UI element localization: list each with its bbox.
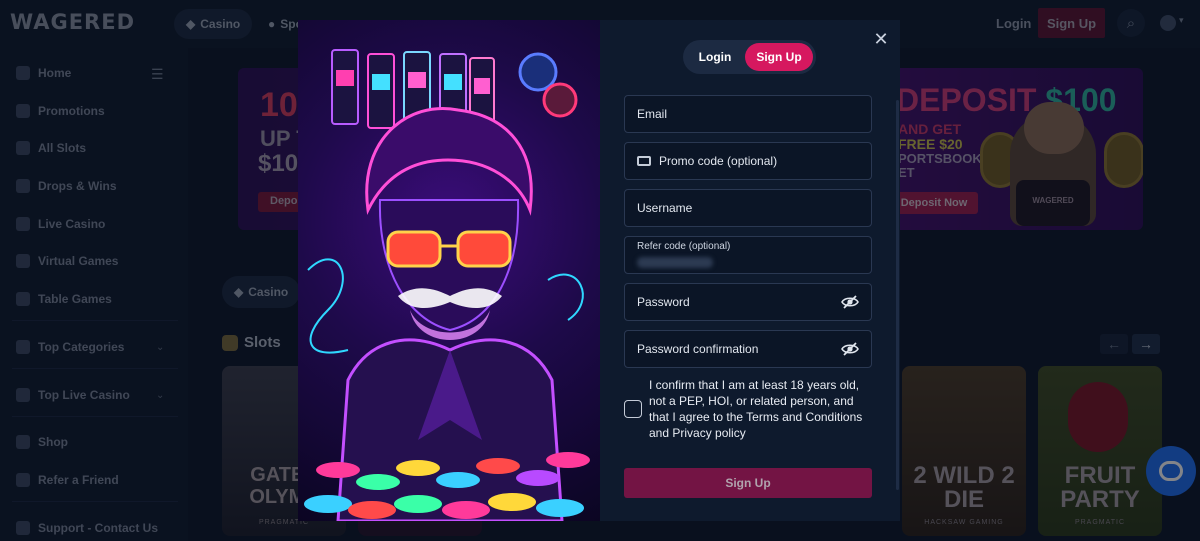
email-input[interactable]: [637, 96, 837, 132]
modal-scrollbar[interactable]: [896, 100, 899, 490]
password-confirmation-input[interactable]: [637, 331, 837, 367]
auth-mode-switch: Login Sign Up: [683, 40, 816, 74]
promo-code-field[interactable]: [624, 142, 872, 180]
tab-signup[interactable]: Sign Up: [745, 43, 813, 71]
signup-submit-button[interactable]: Sign Up: [624, 468, 872, 498]
signup-artwork: [298, 20, 600, 521]
username-field[interactable]: [624, 189, 872, 227]
password-field[interactable]: [624, 283, 872, 321]
consent-checkbox[interactable]: [624, 400, 642, 418]
close-icon[interactable]: ✕: [872, 30, 890, 48]
refer-code-field[interactable]: Refer code (optional): [624, 236, 872, 274]
password-confirmation-field[interactable]: [624, 330, 872, 368]
ticket-icon: [637, 156, 651, 166]
email-field[interactable]: [624, 95, 872, 133]
refer-code-value-blurred: [637, 257, 713, 268]
promo-code-input[interactable]: [659, 143, 859, 179]
password-input[interactable]: [637, 284, 837, 320]
consent-text: I confirm that I am at least 18 years ol…: [649, 378, 863, 440]
eye-slash-icon[interactable]: [841, 294, 859, 310]
eye-slash-icon[interactable]: [841, 341, 859, 357]
tab-login[interactable]: Login: [687, 43, 743, 71]
neon-gambler-illustration: [304, 49, 590, 521]
refer-code-label: Refer code (optional): [637, 241, 731, 252]
username-input[interactable]: [637, 190, 837, 226]
